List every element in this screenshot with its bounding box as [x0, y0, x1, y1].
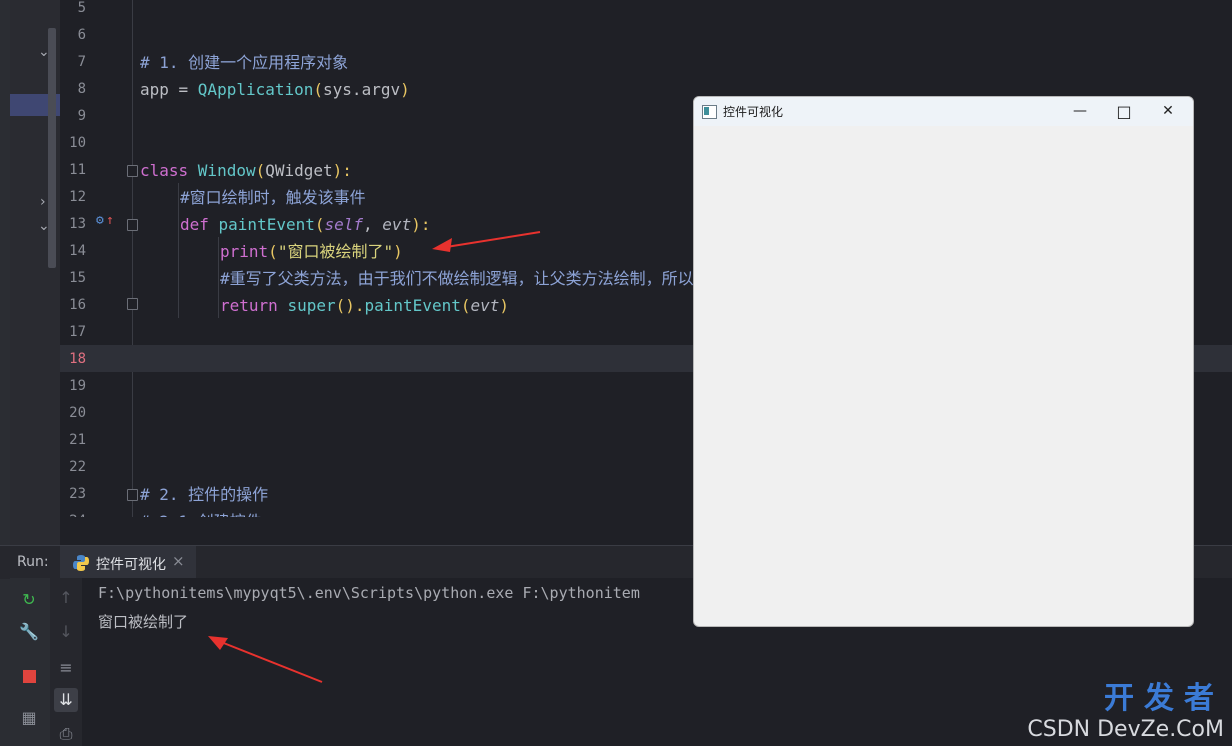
line-number: 20: [69, 405, 86, 421]
code-line-23: # 2. 控件的操作: [140, 485, 269, 504]
code-token: paintEvent: [364, 296, 461, 315]
run-tab[interactable]: 控件可视化 ×: [60, 546, 196, 581]
run-toolbar: ↻ 🔧 ▦: [10, 578, 50, 746]
fold-marker[interactable]: [127, 298, 138, 310]
code-token: sys.argv: [323, 80, 401, 99]
code-token: evt: [470, 296, 500, 315]
code-token: ): [499, 296, 510, 315]
code-token: (: [313, 80, 324, 99]
code-line-12: #窗口绘制时，触发该事件: [180, 188, 366, 207]
arrow-down-icon[interactable]: ↓: [54, 620, 78, 644]
line-number: 14: [69, 243, 86, 259]
code-token: return: [220, 296, 288, 315]
line-number: 9: [77, 108, 86, 124]
line-number: 23: [69, 486, 86, 502]
structure-column: ⌄ › ⌄: [10, 0, 60, 545]
code-token: app =: [140, 80, 198, 99]
code-token: paintEvent: [218, 215, 315, 234]
line-number: 5: [77, 0, 86, 16]
chevron-down-icon[interactable]: ⌄: [38, 44, 50, 60]
code-token: def: [180, 215, 219, 234]
code-line-24: # 2.1 创建控件: [140, 508, 262, 517]
code-line-11: class Window(QWidget):: [140, 157, 352, 184]
code-line-15: #重写了父类方法，由于我们不做绘制逻辑，让父类方法绘制，所以: [220, 269, 694, 288]
line-number: 10: [69, 135, 86, 151]
code-token: ,: [363, 215, 383, 234]
code-token: (: [255, 161, 266, 180]
code-line-14: print("窗口被绘制了"): [220, 238, 403, 265]
watermark-site-text: CSDN DevZe.CoM: [1027, 717, 1224, 742]
code-token: class: [140, 161, 198, 180]
line-number: 12: [69, 189, 86, 205]
line-number: 13: [69, 216, 86, 232]
line-number: 17: [69, 324, 86, 340]
line-number-current: 18: [69, 351, 86, 367]
indent-guide: [218, 237, 219, 318]
code-token: evt: [382, 215, 412, 234]
watermark: 开发者 CSDN DevZe.CoM: [1027, 673, 1224, 742]
line-number: 6: [77, 27, 86, 43]
line-number: 24: [60, 508, 86, 517]
qt-window-title: 控件可视化: [723, 105, 784, 119]
wrench-icon[interactable]: 🔧: [17, 620, 41, 644]
arrow-up-icon[interactable]: ↑: [54, 586, 78, 610]
watermark-logo-text: 开发者: [1104, 681, 1224, 716]
code-token: ):: [411, 215, 431, 234]
code-token: QWidget: [265, 161, 333, 180]
code-token: ().: [335, 296, 365, 315]
run-label: Run:: [17, 554, 49, 570]
console-line: F:\pythonitems\mypyqt5\.env\Scripts\pyth…: [98, 584, 640, 602]
code-token: (: [268, 242, 278, 261]
python-icon: [73, 555, 89, 571]
code-line-8: app = QApplication(sys.argv): [140, 76, 410, 103]
code-line-16: return super().paintEvent(evt): [220, 292, 509, 319]
line-number: 21: [69, 432, 86, 448]
code-token: "窗口被绘制了": [277, 242, 394, 261]
rerun-icon[interactable]: ↻: [17, 588, 41, 612]
left-tool-strip: [0, 0, 10, 746]
layout-icon[interactable]: ▦: [17, 706, 41, 730]
line-number: 15: [69, 270, 86, 286]
console-toolbar: ↑ ↓ ≡ ⇊ ⎙: [50, 578, 82, 746]
close-icon[interactable]: ×: [172, 552, 185, 570]
code-token: self: [324, 215, 364, 234]
app-window-icon: [702, 105, 717, 119]
indent-guide: [178, 183, 179, 318]
code-line-13: def paintEvent(self, evt):: [180, 211, 430, 238]
qt-app-window[interactable]: 控件可视化 — □ ✕: [693, 96, 1194, 627]
code-line-7: # 1. 创建一个应用程序对象: [140, 53, 349, 72]
console-line: 窗口被绘制了: [98, 613, 189, 631]
code-token: super: [287, 296, 336, 315]
run-tab-label: 控件可视化: [96, 557, 166, 573]
code-token: (: [314, 215, 325, 234]
arrow-up-icon[interactable]: ↑: [106, 213, 114, 228]
code-token: print: [220, 242, 269, 261]
line-number: 22: [69, 459, 86, 475]
line-number: 11: [69, 162, 86, 178]
stop-icon[interactable]: [17, 664, 41, 688]
print-icon[interactable]: ⎙: [54, 722, 78, 746]
line-number: 7: [77, 54, 86, 70]
line-number: 8: [77, 81, 86, 97]
chevron-down-icon[interactable]: ⌄: [38, 218, 50, 234]
code-token: Window: [197, 161, 256, 180]
fold-marker[interactable]: [127, 219, 138, 231]
code-token: ): [400, 80, 410, 99]
override-icon[interactable]: ⚙: [96, 213, 104, 228]
code-token: ):: [332, 161, 352, 180]
minimize-button[interactable]: —: [1058, 97, 1102, 126]
fold-marker[interactable]: [127, 489, 138, 501]
line-number: 19: [69, 378, 86, 394]
maximize-button[interactable]: □: [1102, 97, 1146, 126]
code-token: QApplication: [197, 80, 314, 99]
soft-wrap-icon[interactable]: ≡: [54, 656, 78, 680]
qt-window-titlebar[interactable]: 控件可视化 — □ ✕: [694, 97, 1193, 126]
close-button[interactable]: ✕: [1146, 97, 1190, 126]
chevron-right-icon[interactable]: ›: [40, 194, 46, 210]
code-token: ): [393, 242, 403, 261]
fold-marker[interactable]: [127, 165, 138, 177]
scroll-to-end-icon[interactable]: ⇊: [54, 688, 78, 712]
line-number: 16: [69, 297, 86, 313]
